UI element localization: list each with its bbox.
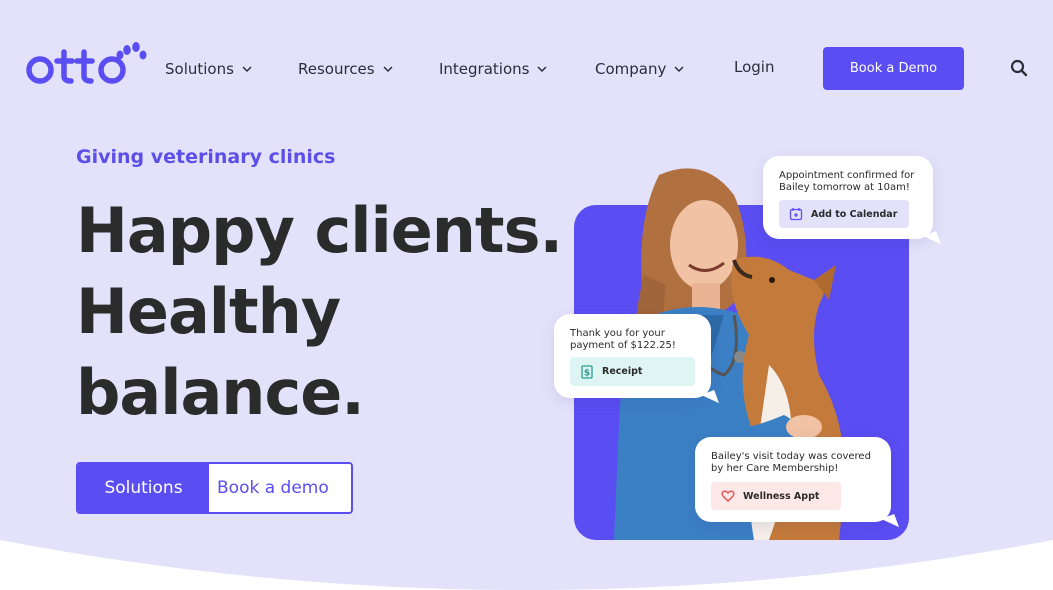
care-membership-bubble: Bailey's visit today was covered by her … — [695, 437, 899, 532]
add-to-calendar-chip[interactable]: Add to Calendar — [779, 200, 909, 228]
add-to-calendar-label: Add to Calendar — [811, 208, 898, 220]
headline-line-3: balance. — [76, 356, 365, 429]
nav-company-label: Company — [595, 60, 667, 78]
nav-solutions-label: Solutions — [165, 60, 234, 78]
book-demo-button[interactable]: Book a demo — [209, 464, 351, 512]
receipt-icon: $ — [581, 364, 593, 379]
chevron-down-icon — [383, 66, 393, 73]
appointment-message: Appointment confirmed for Bailey tomorro… — [779, 170, 915, 193]
nav-company[interactable]: Company — [595, 58, 684, 80]
receipt-label: Receipt — [602, 366, 643, 377]
calendar-plus-icon — [789, 208, 803, 221]
svg-text:$: $ — [584, 368, 590, 378]
hero-eyebrow: Giving veterinary clinics — [76, 146, 336, 168]
chevron-down-icon — [537, 66, 547, 73]
wellness-appt-chip[interactable]: Wellness Appt — [711, 482, 841, 510]
wellness-appt-label: Wellness Appt — [743, 490, 820, 502]
search-icon[interactable] — [1010, 59, 1028, 77]
login-link[interactable]: Login — [734, 58, 774, 76]
headline-line-2: Healthy — [76, 275, 341, 348]
section-divider-curve — [0, 540, 1053, 590]
book-a-demo-button[interactable]: Book a Demo — [823, 47, 964, 90]
payment-thanks-bubble: Thank you for your payment of $122.25! $… — [554, 314, 719, 408]
chevron-down-icon — [674, 66, 684, 73]
nav-resources-label: Resources — [298, 60, 375, 78]
headline-line-1: Happy clients. — [76, 194, 563, 267]
nav-solutions[interactable]: Solutions — [165, 58, 252, 80]
appointment-confirmation-bubble: Appointment confirmed for Bailey tomorro… — [763, 156, 941, 249]
nav-integrations-label: Integrations — [439, 60, 530, 78]
membership-message: Bailey's visit today was covered by her … — [711, 451, 871, 474]
nav-integrations[interactable]: Integrations — [439, 58, 547, 80]
receipt-chip[interactable]: $ Receipt — [570, 357, 695, 386]
solutions-button[interactable]: Solutions — [78, 464, 209, 512]
chevron-down-icon — [242, 66, 252, 73]
otto-logo[interactable] — [24, 40, 148, 88]
heart-icon — [721, 490, 735, 502]
hero-button-group: Solutions Book a demo — [76, 462, 353, 514]
nav-resources[interactable]: Resources — [298, 58, 393, 80]
bubble-tail — [923, 231, 941, 249]
top-navigation: Solutions Resources Integrations Company… — [0, 0, 1053, 136]
hero-headline: Happy clients. Healthy balance. — [76, 190, 563, 433]
payment-message: Thank you for your payment of $122.25! — [570, 328, 676, 351]
